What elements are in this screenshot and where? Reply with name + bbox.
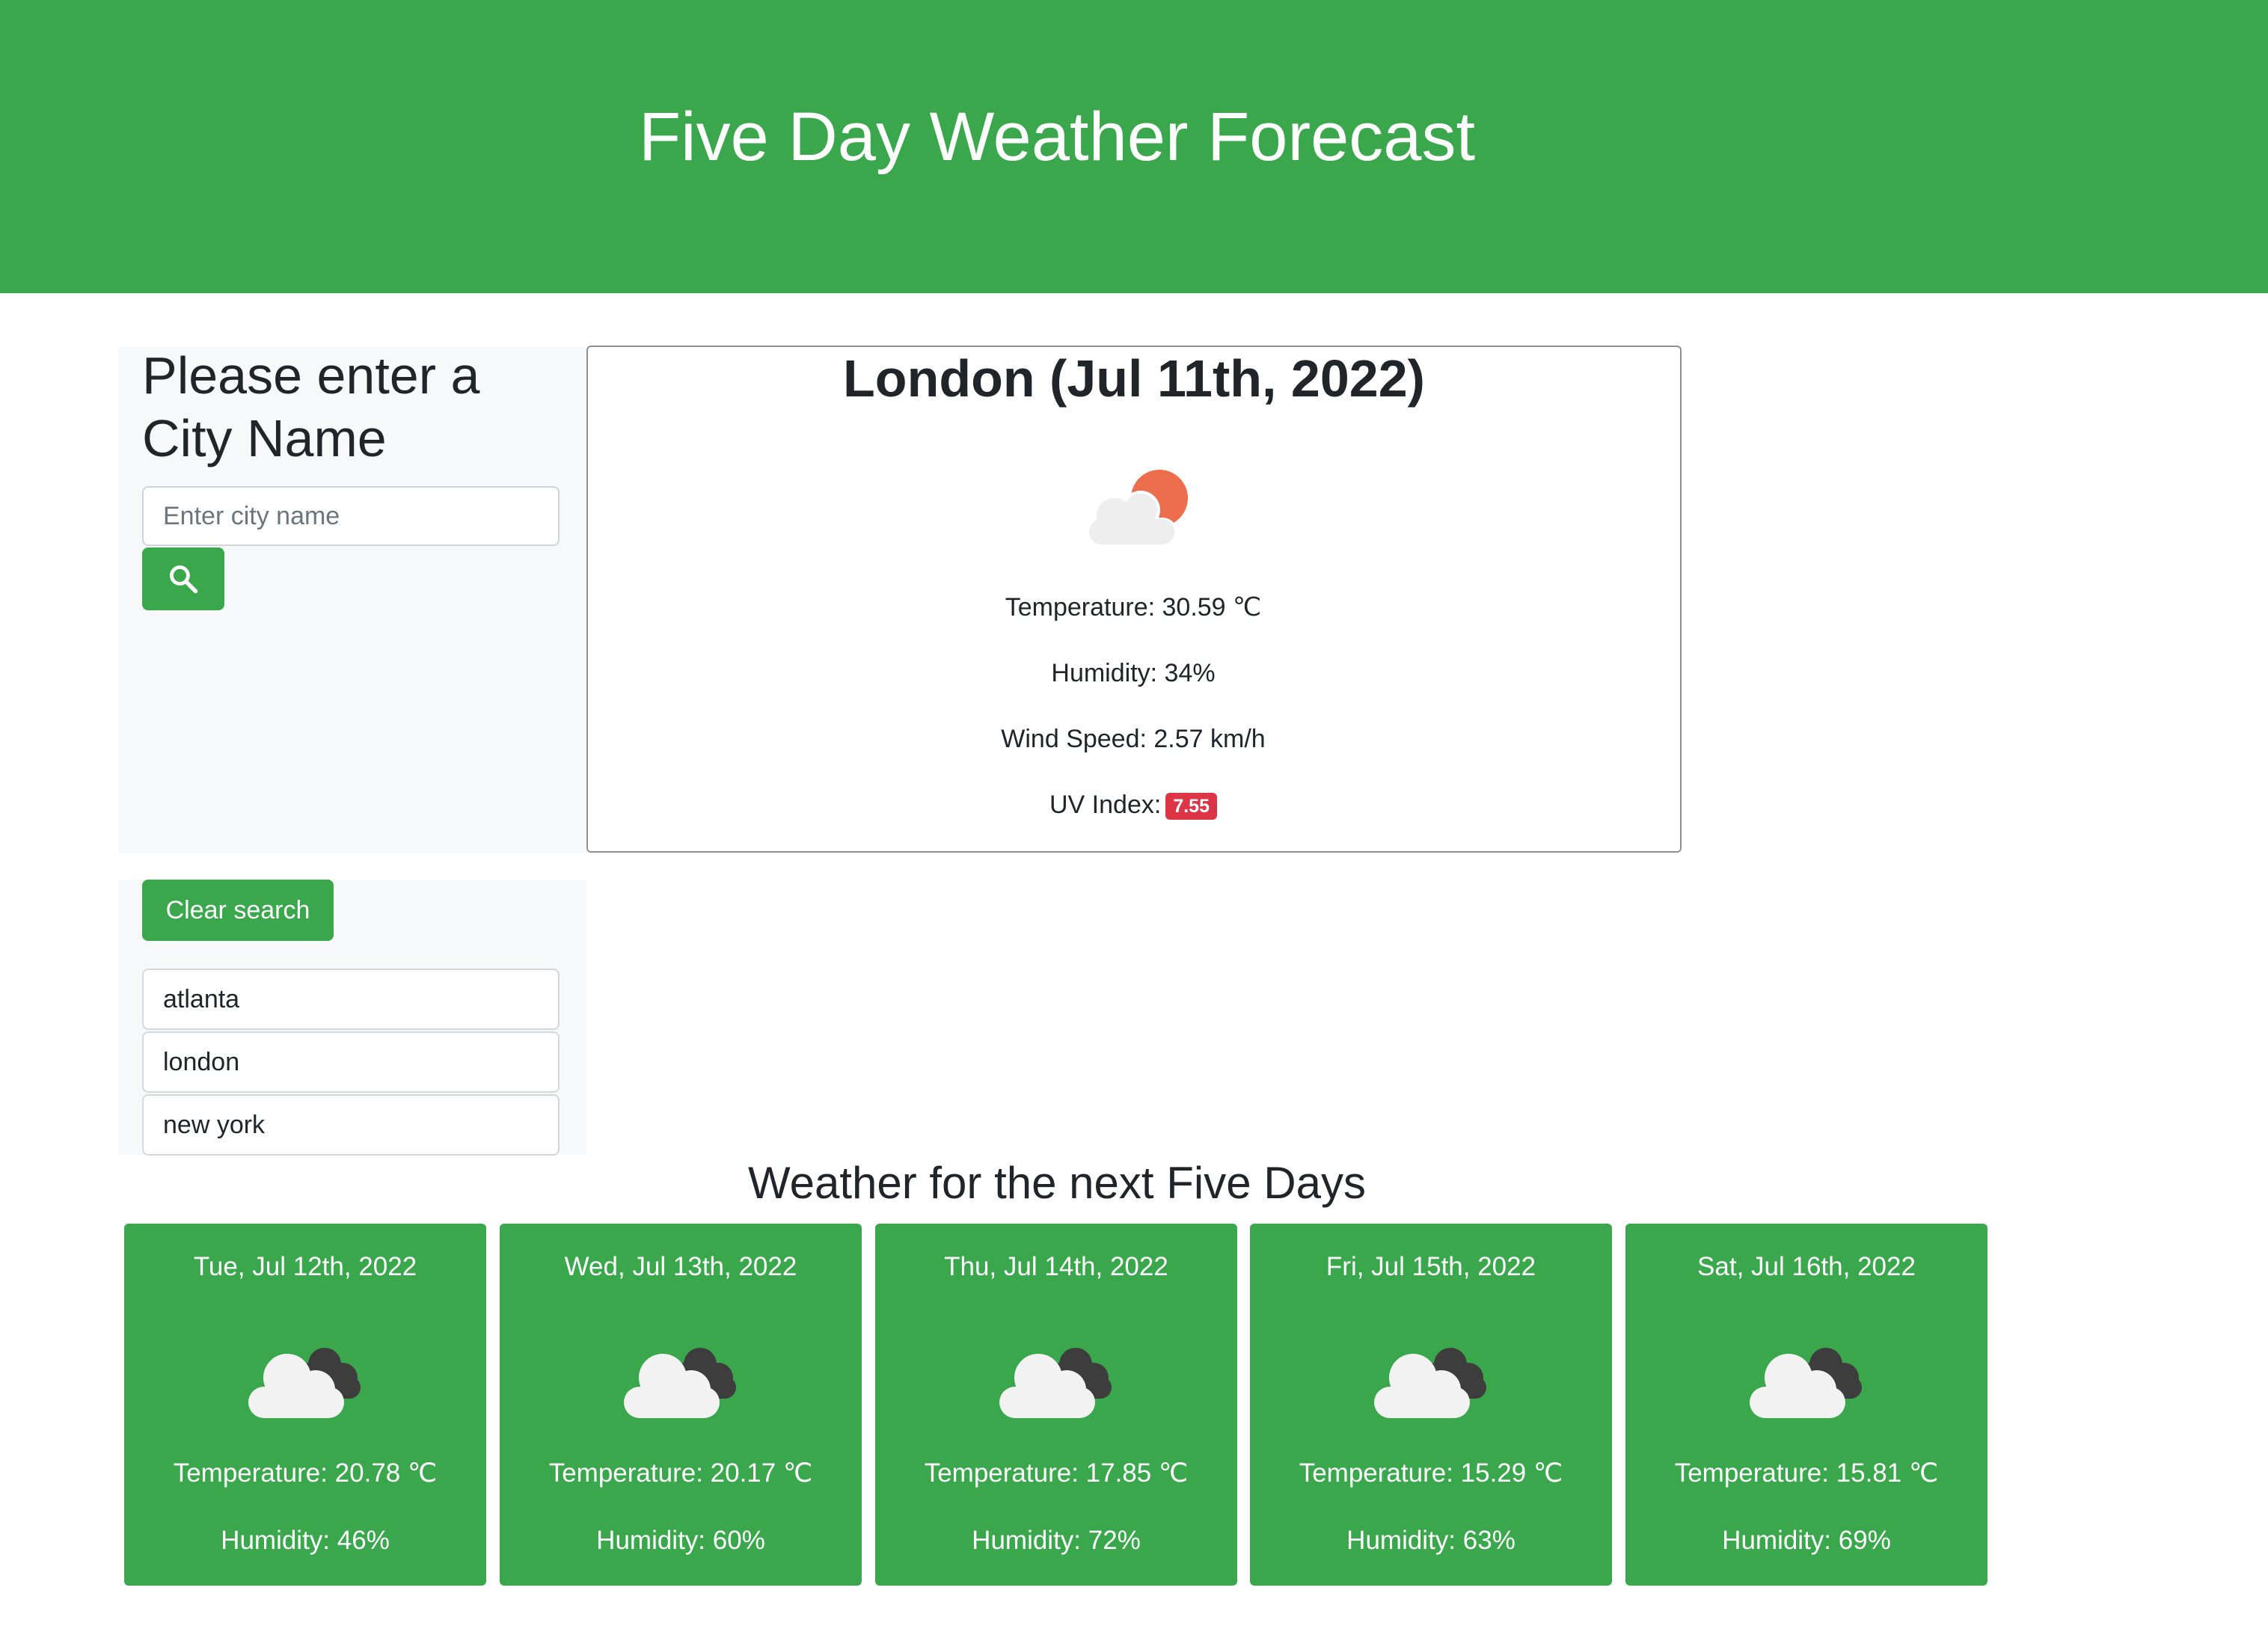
search-icon bbox=[170, 565, 198, 594]
broken-clouds-icon bbox=[999, 1348, 1112, 1418]
city-search-input[interactable] bbox=[142, 486, 560, 546]
history-item-atlanta[interactable]: atlanta bbox=[142, 969, 560, 1030]
broken-clouds-icon bbox=[248, 1348, 361, 1418]
current-wind-speed: Wind Speed: 2.57 km/h bbox=[1001, 725, 1266, 753]
history-item-new-york[interactable]: new york bbox=[142, 1094, 560, 1156]
broken-clouds-icon bbox=[1374, 1348, 1486, 1418]
current-uv-index: UV Index: 7.55 bbox=[823, 788, 1444, 821]
forecast-card: Thu, Jul 14th, 2022 Temperature: 17.85 ℃ H… bbox=[875, 1224, 1237, 1586]
page-header: Five Day Weather Forecast bbox=[0, 0, 2268, 293]
forecast-temperature: Temperature: 17.85 ℃ bbox=[924, 1458, 1189, 1488]
search-button[interactable] bbox=[142, 547, 224, 610]
forecast-card: Tue, Jul 12th, 2022 Temperature: 20.78 ℃ H… bbox=[124, 1224, 486, 1586]
forecast-date: Tue, Jul 12th, 2022 bbox=[193, 1252, 417, 1281]
partly-cloudy-day-icon bbox=[1086, 470, 1188, 547]
forecast-date: Wed, Jul 13th, 2022 bbox=[564, 1252, 797, 1281]
forecast-humidity: Humidity: 60% bbox=[596, 1526, 765, 1555]
forecast-card: Wed, Jul 13th, 2022 Temperature: 20.17 ℃ H… bbox=[500, 1224, 862, 1586]
forecast-date: Fri, Jul 15th, 2022 bbox=[1325, 1252, 1536, 1281]
page-title: Five Day Weather Forecast bbox=[638, 99, 1475, 175]
forecast-title: Weather for the next Five Days bbox=[748, 1158, 1366, 1208]
current-temperature: Temperature: 30.59 ℃ bbox=[1005, 593, 1262, 622]
clear-search-button[interactable]: Clear search bbox=[142, 880, 334, 941]
history-item-london[interactable]: london bbox=[142, 1031, 560, 1093]
forecast-date: Sat, Jul 16th, 2022 bbox=[1697, 1252, 1916, 1281]
forecast-humidity: Humidity: 46% bbox=[221, 1526, 390, 1555]
forecast-temperature: Temperature: 20.17 ℃ bbox=[548, 1458, 813, 1488]
forecast-card: Fri, Jul 15th, 2022 Temperature: 15.29 ℃ H… bbox=[1250, 1224, 1612, 1586]
forecast-card: Sat, Jul 16th, 2022 Temperature: 15.81 ℃ H… bbox=[1625, 1224, 1987, 1586]
forecast-date: Thu, Jul 14th, 2022 bbox=[944, 1252, 1168, 1281]
uv-badge: 7.55 bbox=[1165, 793, 1217, 820]
current-humidity: Humidity: 34% bbox=[1051, 659, 1216, 687]
forecast-humidity: Humidity: 63% bbox=[1346, 1526, 1515, 1555]
forecast-humidity: Humidity: 69% bbox=[1722, 1526, 1891, 1555]
broken-clouds-icon bbox=[1750, 1348, 1862, 1418]
forecast-temperature: Temperature: 15.81 ℃ bbox=[1674, 1458, 1939, 1488]
forecast-temperature: Temperature: 15.29 ℃ bbox=[1299, 1458, 1563, 1488]
uv-label: UV Index: bbox=[1049, 791, 1162, 819]
forecast-humidity: Humidity: 72% bbox=[972, 1526, 1141, 1555]
current-weather-title: London (Jul 11th, 2022) bbox=[843, 349, 1425, 408]
forecast-temperature: Temperature: 20.78 ℃ bbox=[173, 1458, 438, 1488]
broken-clouds-icon bbox=[624, 1348, 736, 1418]
